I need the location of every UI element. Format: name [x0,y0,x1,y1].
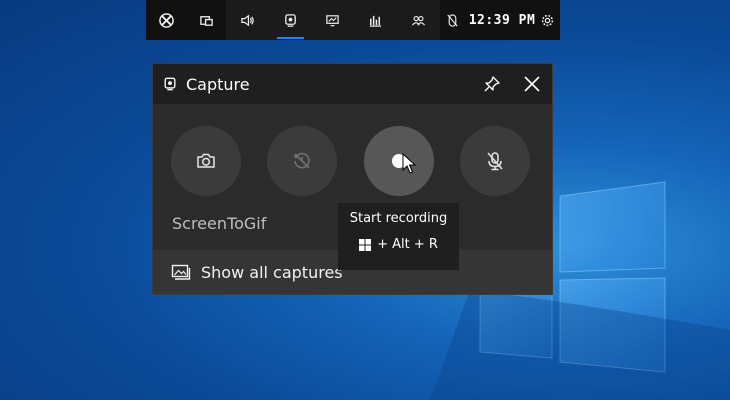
performance-widget-button[interactable] [312,0,355,40]
mouse-icon [447,13,458,27]
close-button[interactable] [512,64,552,104]
gallery-icon [171,264,191,280]
clock: 12:39 PM [468,12,536,28]
capture-widget-header[interactable]: Capture [153,64,552,104]
resources-icon [370,15,382,27]
start-recording-button[interactable] [364,126,434,196]
social-widget-button[interactable] [397,0,440,40]
capture-header-icon [164,77,176,91]
pin-icon [484,76,500,92]
screenshot-button[interactable] [171,126,241,196]
show-all-captures-label: Show all captures [201,262,343,282]
current-app-name: ScreenToGif [172,214,267,233]
settings-button[interactable] [535,0,560,40]
performance-icon [326,14,340,26]
microphone-muted-icon [487,152,503,171]
camera-icon [197,153,215,168]
record-last-button[interactable] [267,126,337,196]
game-bar-widgets-group [226,0,440,40]
game-bar-status-group: 12:39 PM [440,0,560,40]
capture-widget-button[interactable] [269,0,312,40]
widget-menu-icon [199,15,213,26]
close-icon [524,76,540,92]
windows-key-icon [359,238,372,251]
social-icon [412,15,426,26]
mouse-cursor-icon [402,153,416,174]
capture-widget-title: Capture [186,74,250,94]
widget-menu-button[interactable] [186,0,226,40]
audio-widget-button[interactable] [226,0,269,40]
settings-icon [542,14,554,26]
resources-widget-button[interactable] [354,0,397,40]
mouse-lock-button[interactable] [440,0,465,40]
capture-icon [284,13,296,27]
start-recording-tooltip: Start recording + Alt + R [338,203,459,270]
tooltip-shortcut: + Alt + R [338,237,459,252]
audio-icon [241,14,254,26]
tooltip-shortcut-text: + Alt + R [377,237,438,252]
pin-button[interactable] [472,64,512,104]
record-last-disabled-icon [293,152,310,169]
microphone-button[interactable] [460,126,530,196]
xbox-button[interactable] [146,0,186,40]
game-bar-top: 12:39 PM [146,0,560,40]
capture-buttons [171,126,533,196]
tooltip-title: Start recording [349,211,448,226]
xbox-icon [158,12,174,28]
game-bar-home-group [146,0,226,40]
